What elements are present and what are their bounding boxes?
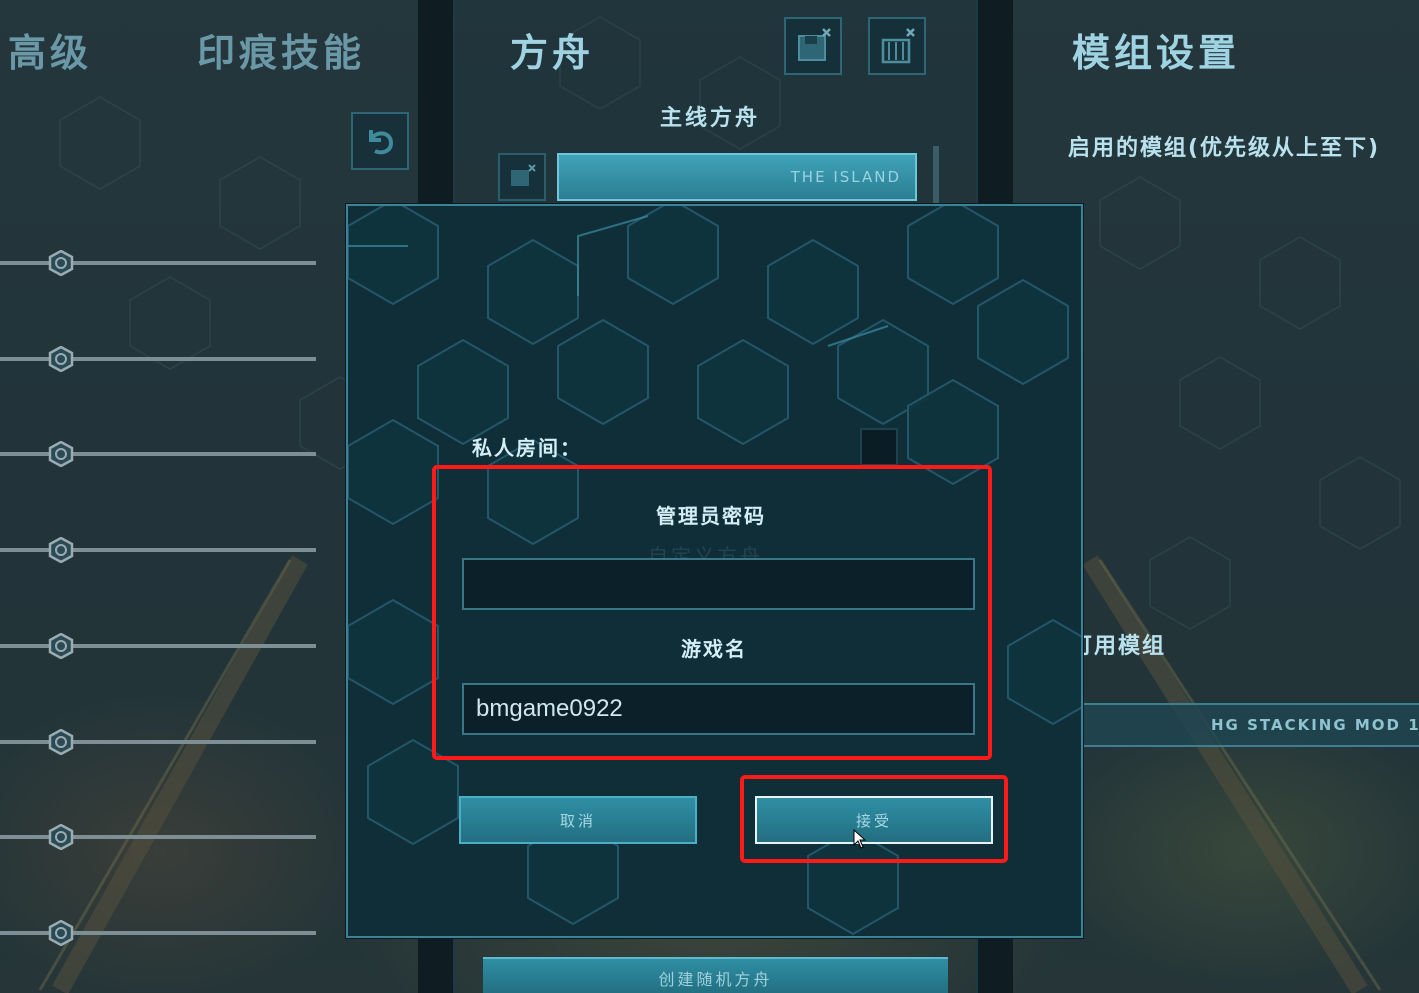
credentials-highlight-box [432,465,992,760]
ark-heading: 方舟 [510,31,595,75]
private-room-label: 私人房间： [472,436,582,460]
setting-slider[interactable] [0,346,316,372]
ark-thumbnail[interactable] [498,153,546,201]
slider-knob[interactable] [48,441,74,467]
available-mods-label: 可用模组 [1070,634,1167,659]
save-icon [798,28,831,61]
enabled-mods-label: 启用的模组(优先级从上至下) [1068,136,1381,161]
slider-knob[interactable] [48,537,74,563]
tab-advanced[interactable]: 高级 [8,22,92,77]
create-random-ark-button[interactable]: 创建随机方舟 [483,957,948,993]
private-room-checkbox[interactable] [860,428,898,466]
slider-knob[interactable] [48,920,74,946]
save-icon [511,164,536,186]
map-icon [881,28,915,64]
accept-highlight-box [740,775,1008,863]
setting-slider[interactable] [0,824,316,850]
tab-engram-skills[interactable]: 印痕技能 [197,22,365,77]
slider-knob[interactable] [48,633,74,659]
setting-slider[interactable] [0,537,316,563]
map-item-the-island[interactable]: THE ISLAND [557,153,917,201]
setting-slider[interactable] [0,250,316,276]
setting-slider[interactable] [0,920,316,946]
slider-knob[interactable] [48,824,74,850]
setting-slider[interactable] [0,729,316,755]
save-ark-button[interactable] [784,17,842,75]
mod-settings-heading: 模组设置 [1072,31,1241,75]
map-ark-button[interactable] [868,17,926,75]
undo-icon [369,130,394,155]
slider-knob[interactable] [48,729,74,755]
map-list-scrollbar[interactable] [933,146,939,206]
setting-slider[interactable] [0,441,316,467]
main-ark-label: 主线方舟 [660,106,761,131]
cancel-button[interactable]: 取消 [459,796,697,844]
slider-knob[interactable] [48,346,74,372]
undo-button[interactable] [351,112,409,170]
mod-list-item[interactable]: HG STACKING MOD 10 [1083,703,1419,747]
setting-slider[interactable] [0,633,316,659]
slider-knob[interactable] [48,250,74,276]
